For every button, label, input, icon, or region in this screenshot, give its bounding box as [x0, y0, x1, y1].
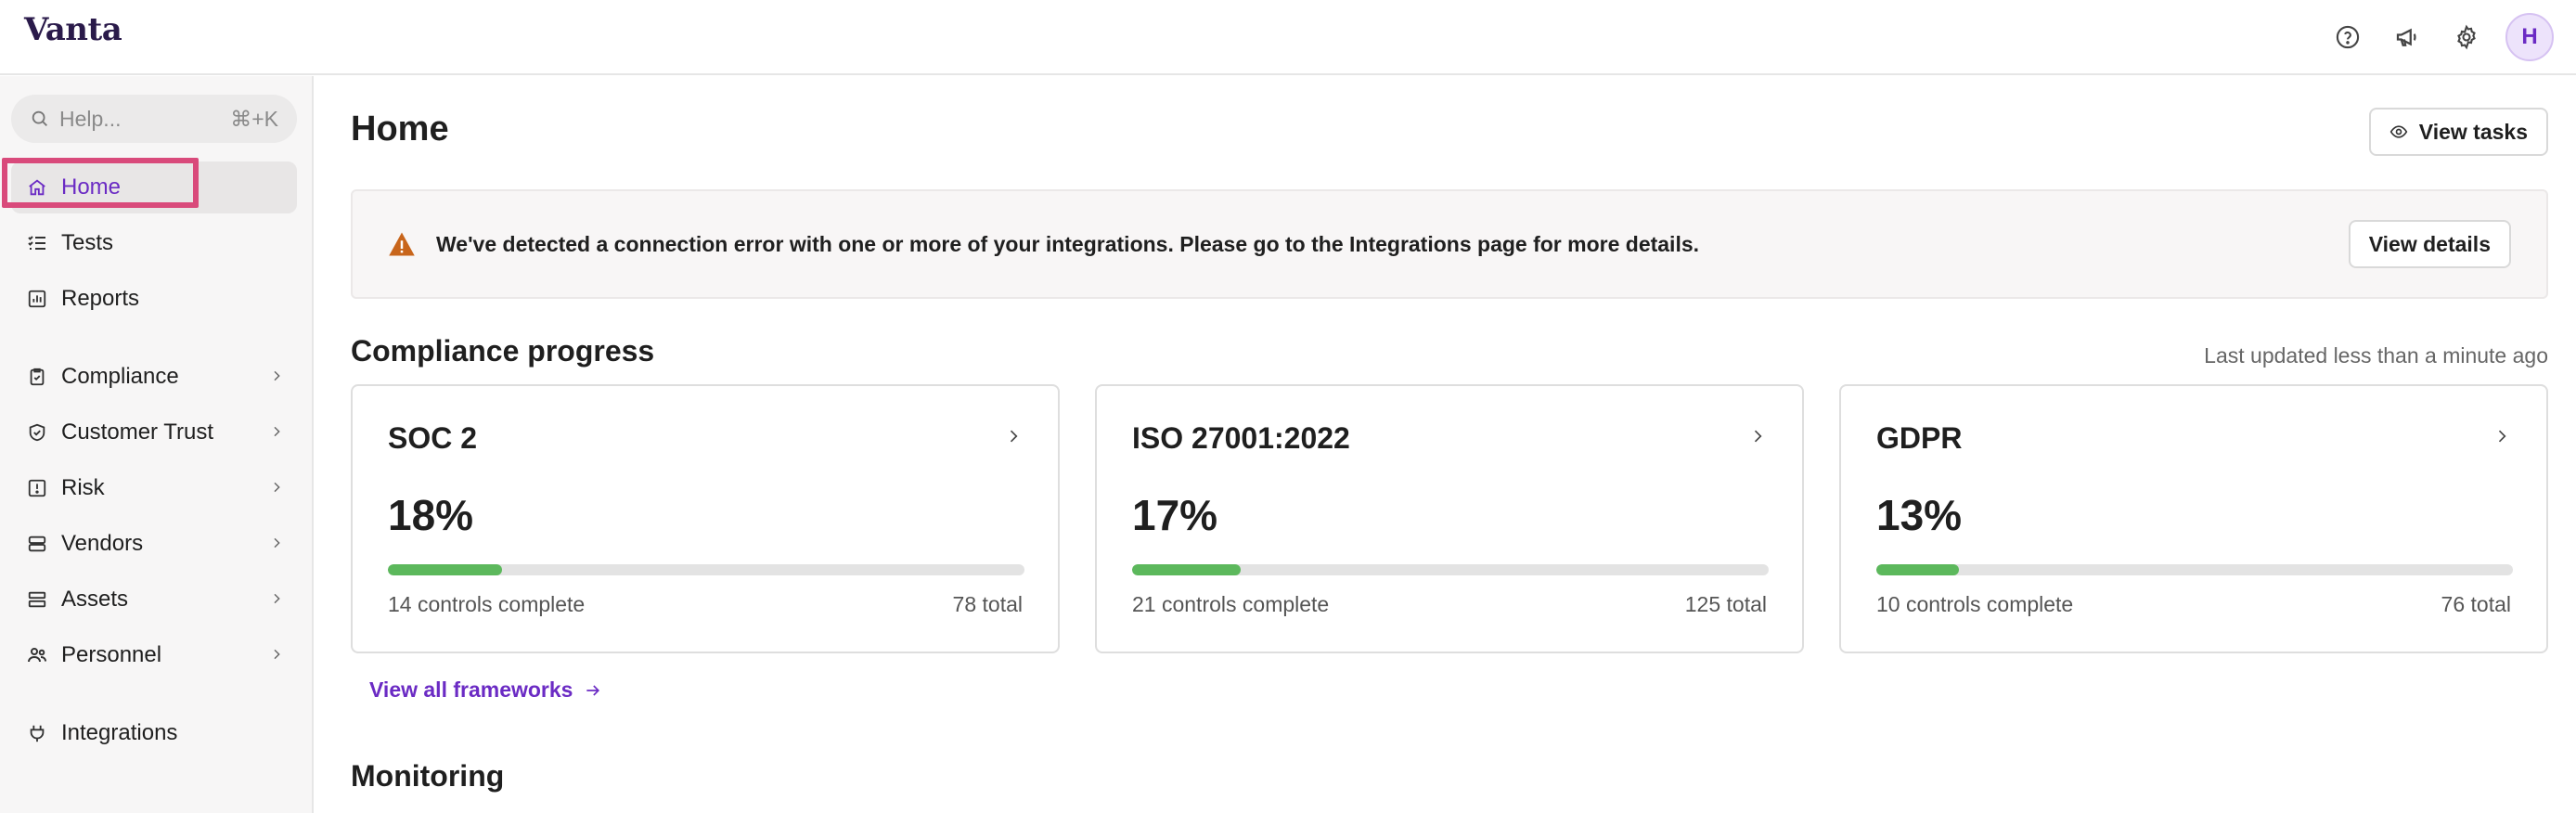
user-avatar[interactable]: H	[2505, 13, 2554, 61]
last-updated: Last updated less than a minute ago	[2204, 343, 2548, 368]
server-icon	[24, 587, 50, 613]
vanta-logo[interactable]: Vanta	[24, 11, 122, 48]
controls-complete: 14 controls complete	[388, 592, 586, 616]
search-icon	[30, 109, 50, 129]
sidebar-item-compliance[interactable]: Compliance	[11, 351, 297, 403]
checklist-icon	[24, 230, 50, 256]
chevron-right-icon	[2492, 427, 2511, 450]
search-shortcut: ⌘+K	[230, 106, 278, 131]
help-circle-icon[interactable]	[2324, 13, 2372, 61]
sidebar-item-vendors[interactable]: Vendors	[11, 518, 297, 570]
framework-name: GDPR	[1876, 421, 1963, 455]
sidebar-item-label: Tests	[61, 230, 114, 255]
chevron-right-icon	[269, 364, 284, 390]
view-all-label: View all frameworks	[369, 678, 573, 702]
sidebar-item-customer-trust[interactable]: Customer Trust	[11, 406, 297, 458]
sidebar-item-home[interactable]: Home	[11, 161, 297, 213]
sidebar-item-label: Reports	[61, 286, 140, 311]
progress-fill	[388, 564, 503, 575]
controls-total: 78 total	[952, 592, 1023, 616]
view-details-button[interactable]: View details	[2348, 220, 2511, 268]
chevron-right-icon	[269, 419, 284, 445]
chevron-right-icon	[269, 475, 284, 501]
controls-total: 76 total	[2441, 592, 2511, 616]
progress-bar	[388, 564, 1024, 575]
sidebar: Help... ⌘+K Home Tests Reports Complianc…	[0, 76, 314, 813]
framework-percent: 18%	[388, 491, 474, 539]
framework-name: ISO 27001:2022	[1132, 421, 1350, 455]
controls-total: 125 total	[1684, 592, 1767, 616]
chevron-right-icon	[269, 587, 284, 613]
top-actions: H	[2312, 13, 2554, 61]
sidebar-item-label: Home	[61, 174, 122, 200]
progress-fill	[1132, 564, 1241, 575]
progress-bar	[1132, 564, 1769, 575]
chevron-right-icon	[269, 642, 284, 668]
framework-card-gdpr[interactable]: GDPR 13% 10 controls complete 76 total	[1839, 384, 2548, 653]
chevron-right-icon	[1004, 427, 1023, 450]
connection-error-alert: We've detected a connection error with o…	[351, 189, 2548, 299]
sidebar-item-assets[interactable]: Assets	[11, 574, 297, 626]
warning-icon	[388, 231, 416, 257]
people-icon	[24, 642, 50, 668]
sidebar-item-reports[interactable]: Reports	[11, 273, 297, 325]
alert-message: We've detected a connection error with o…	[436, 231, 1700, 256]
clipboard-check-icon	[24, 364, 50, 390]
sidebar-item-integrations[interactable]: Integrations	[11, 707, 297, 759]
chevron-right-icon	[1748, 427, 1767, 450]
alert-square-icon	[24, 475, 50, 501]
view-tasks-label: View tasks	[2418, 119, 2528, 144]
sidebar-item-label: Assets	[61, 587, 129, 612]
framework-percent: 13%	[1876, 491, 1963, 539]
sidebar-item-label: Vendors	[61, 531, 144, 556]
shield-check-icon	[24, 419, 50, 445]
top-bar: Vanta H	[0, 0, 2576, 75]
page-title: Home	[351, 110, 449, 148]
sidebar-item-label: Integrations	[61, 720, 178, 745]
sidebar-item-label: Personnel	[61, 642, 162, 667]
eye-icon	[2389, 123, 2408, 141]
sidebar-item-label: Risk	[61, 475, 105, 500]
progress-bar	[1876, 564, 2513, 575]
framework-percent: 17%	[1132, 491, 1218, 539]
plug-icon	[24, 720, 50, 746]
progress-fill	[1876, 564, 1960, 575]
sidebar-item-label: Customer Trust	[61, 419, 214, 445]
controls-complete: 21 controls complete	[1132, 592, 1330, 616]
framework-card-iso27001[interactable]: ISO 27001:2022 17% 21 controls complete …	[1095, 384, 1804, 653]
sidebar-item-personnel[interactable]: Personnel	[11, 629, 297, 681]
main-content: Home View tasks We've detected a connect…	[316, 76, 2576, 813]
sidebar-item-tests[interactable]: Tests	[11, 217, 297, 269]
arrow-right-icon	[584, 681, 602, 700]
home-icon	[24, 174, 50, 200]
stack-icon	[24, 531, 50, 557]
megaphone-icon[interactable]	[2383, 13, 2431, 61]
framework-card-soc2[interactable]: SOC 2 18% 14 controls complete 78 total	[351, 384, 1060, 653]
sidebar-item-label: Compliance	[61, 364, 179, 389]
framework-name: SOC 2	[388, 421, 478, 455]
chart-icon	[24, 286, 50, 312]
controls-complete: 10 controls complete	[1876, 592, 2074, 616]
compliance-progress-title: Compliance progress	[351, 334, 655, 368]
help-search[interactable]: Help... ⌘+K	[11, 95, 297, 143]
gear-icon[interactable]	[2442, 13, 2491, 61]
search-placeholder: Help...	[59, 106, 122, 131]
view-all-frameworks-link[interactable]: View all frameworks	[369, 678, 602, 703]
chevron-right-icon	[269, 531, 284, 557]
sidebar-item-risk[interactable]: Risk	[11, 462, 297, 514]
monitoring-title: Monitoring	[351, 759, 505, 793]
view-tasks-button[interactable]: View tasks	[2368, 108, 2548, 156]
